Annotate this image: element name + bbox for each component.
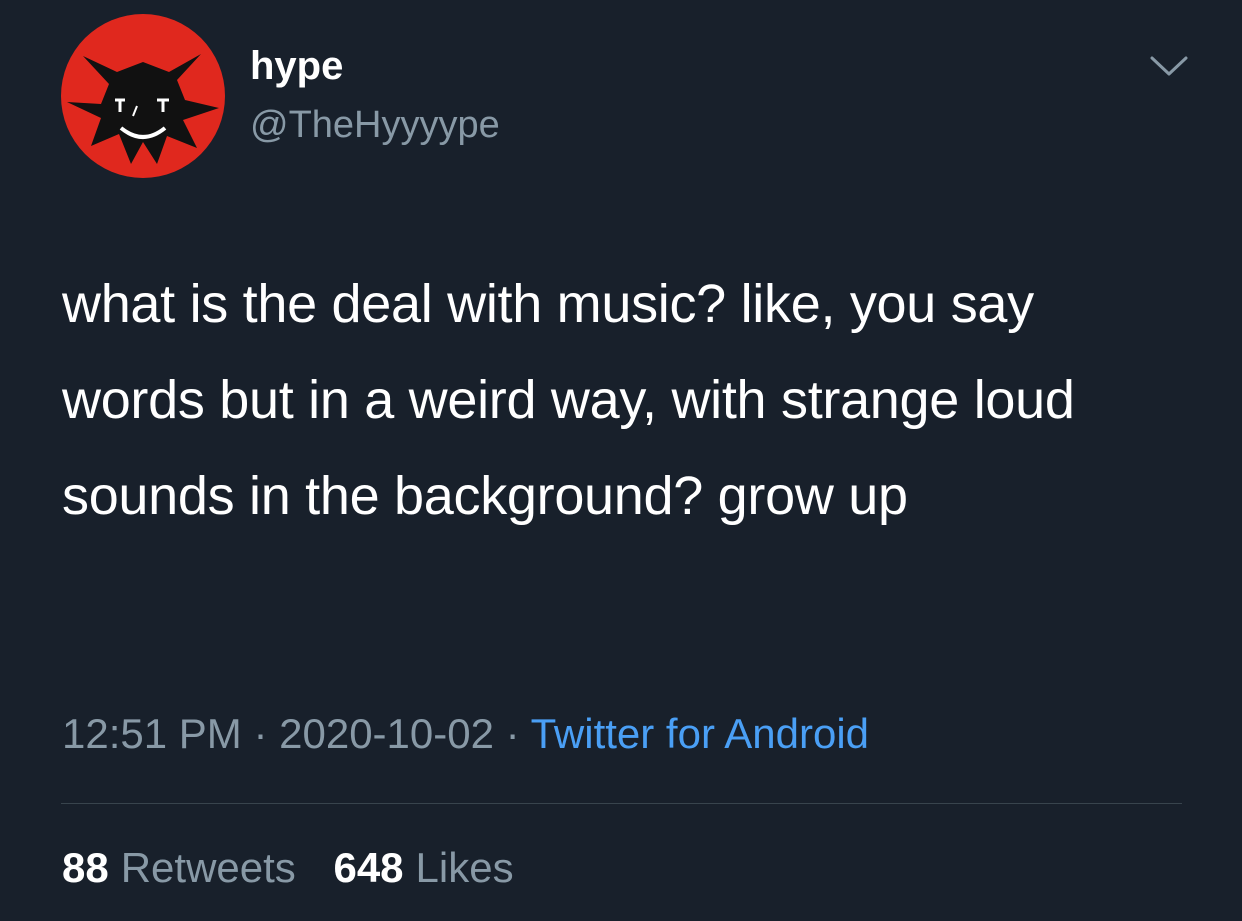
retweets-label: Retweets [120,844,296,891]
retweets-count: 88 [62,844,109,891]
tweet-source-link[interactable]: Twitter for Android [531,710,869,757]
tweet-stats: 88 Retweets 648 Likes [62,842,540,894]
likes-stat[interactable]: 648 Likes [333,842,513,894]
retweets-stat[interactable]: 88 Retweets [62,842,296,894]
red-devil-avatar-icon [61,14,225,178]
display-name[interactable]: hype [250,42,500,90]
likes-label: Likes [415,844,514,891]
divider [61,803,1182,804]
avatar[interactable] [61,14,225,178]
tweet-time: 12:51 PM [62,710,242,757]
meta-separator: · [253,710,268,757]
user-block: hype @TheHyyyype [250,42,500,148]
chevron-down-icon[interactable] [1146,50,1192,82]
user-handle[interactable]: @TheHyyyype [250,102,500,148]
tweet-text: what is the deal with music? like, you s… [62,274,1075,526]
tweet-meta: 12:51 PM · 2020-10-02 · Twitter for Andr… [62,708,869,760]
meta-separator: · [505,710,520,757]
tweet-card: hype @TheHyyyype what is the deal with m… [0,0,1242,921]
tweet-date: 2020-10-02 [279,710,494,757]
likes-count: 648 [333,844,404,891]
